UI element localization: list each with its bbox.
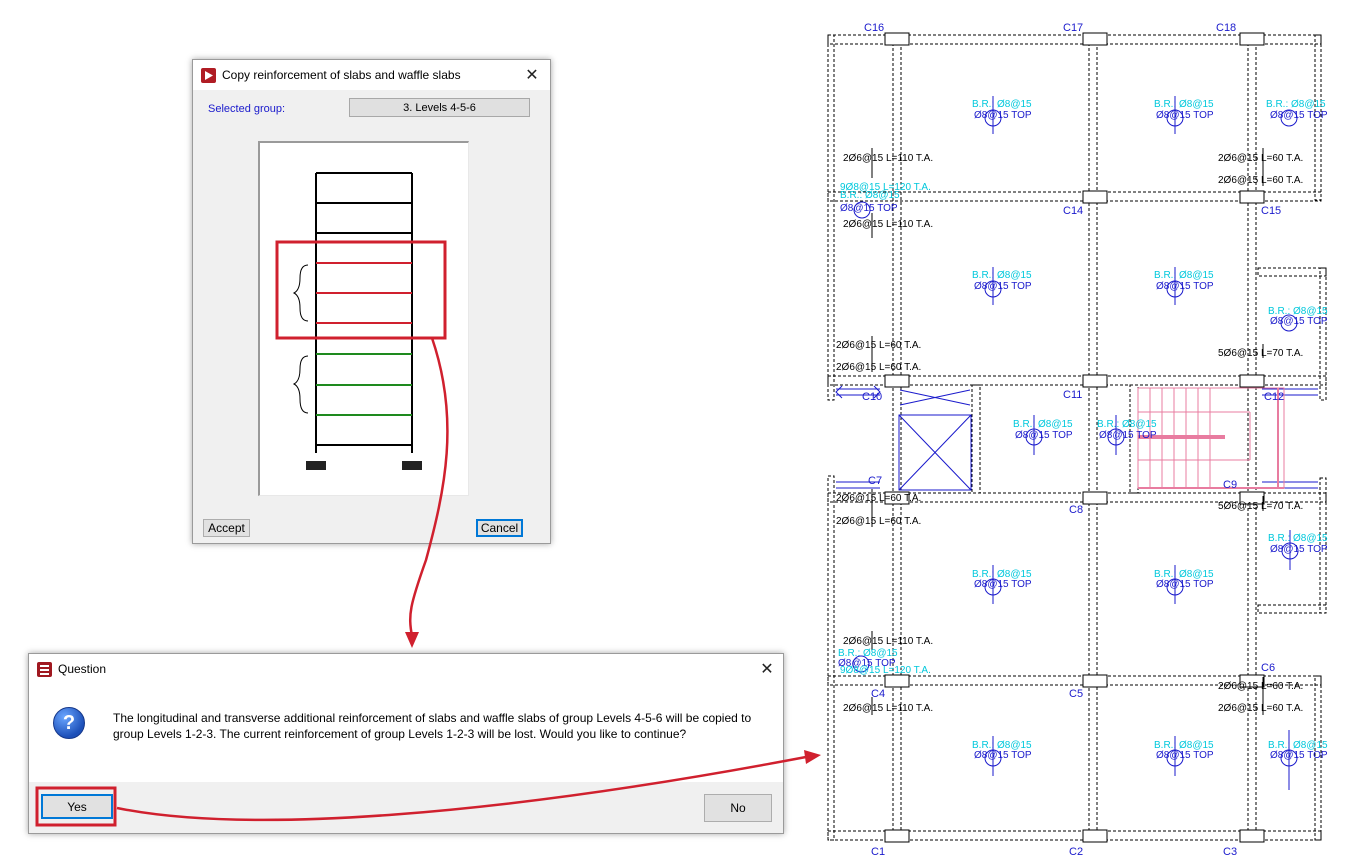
cyan-label: 9Ø8@15 L=120 T.A. <box>840 665 931 676</box>
column-label: C17 <box>1063 22 1083 34</box>
column-label: C16 <box>864 22 884 34</box>
copy-reinforcement-dialog: Copy reinforcement of slabs and waffle s… <box>192 59 551 544</box>
slab-top-label: Ø8@15 TOP <box>1156 750 1214 761</box>
bar-label: 5Ø6@15 L=70 T.A. <box>1218 348 1303 359</box>
slab-top-label: Ø8@15 TOP <box>1156 579 1214 590</box>
column-label: C12 <box>1264 391 1284 403</box>
question-dialog: Question ✕ ? The longitudinal and transv… <box>28 653 784 834</box>
slab-top-label: Ø8@15 TOP <box>1156 110 1214 121</box>
slab-br-label: B.R.: Ø8@15 <box>1268 533 1328 544</box>
dialog-title: Copy reinforcement of slabs and waffle s… <box>222 68 461 82</box>
close-icon[interactable]: ✕ <box>520 60 544 90</box>
bar-label: 2Ø6@15 L=60 T.A. <box>1218 153 1303 164</box>
slab-br-label: B.R.: Ø8@15 <box>1097 419 1157 430</box>
slab-top-label: Ø8@15 TOP <box>1015 430 1073 441</box>
slab-top-label: Ø8@15 TOP <box>974 281 1032 292</box>
column-label: C10 <box>862 391 882 403</box>
slab-top-label: Ø8@15 TOP <box>1270 750 1328 761</box>
bar-label: 2Ø6@15 L=60 T.A. <box>836 362 921 373</box>
column-label: C18 <box>1216 22 1236 34</box>
bar-label: 2Ø6@15 L=60 T.A. <box>1218 175 1303 186</box>
slab-top-label: Ø8@15 TOP <box>974 579 1032 590</box>
question-icon: ? <box>53 707 85 739</box>
slab-br-label: B.R.: Ø8@15 <box>1154 99 1214 110</box>
slab-top-label: Ø8@15 TOP <box>840 203 898 214</box>
floor-plan: C16 C17 C18 C14 C15 C10 C11 C12 C7 C8 C9… <box>827 22 1328 858</box>
cyan-label: B.R.: Ø8@15 <box>840 190 900 201</box>
slab-top-label: Ø8@15 TOP <box>1270 110 1328 121</box>
slab-br-label: B.R.: Ø8@15 <box>1266 99 1326 110</box>
cancel-button[interactable]: Cancel <box>476 519 523 537</box>
column-label: C11 <box>1063 389 1082 401</box>
bar-label: 2Ø6@15 L=60 T.A. <box>836 340 921 351</box>
bar-label: 2Ø6@15 L=60 T.A. <box>836 493 921 504</box>
yes-button[interactable]: Yes <box>41 794 113 819</box>
column-label: C14 <box>1063 205 1083 217</box>
selected-group-field: 3. Levels 4-5-6 <box>349 98 530 117</box>
bar-label: 2Ø6@15 L=110 T.A. <box>843 636 933 647</box>
levels-diagram <box>258 141 469 496</box>
bar-label: 2Ø6@15 L=110 T.A. <box>843 219 933 230</box>
app-logo-icon <box>201 67 216 83</box>
slab-br-label: B.R.: Ø8@15 <box>972 99 1032 110</box>
slab-top-label: Ø8@15 TOP <box>1270 316 1328 327</box>
bar-label: 5Ø6@15 L=70 T.A. <box>1218 501 1303 512</box>
slab-top-label: Ø8@15 TOP <box>974 110 1032 121</box>
column-label: C7 <box>868 475 882 487</box>
slab-br-label: B.R.: Ø8@15 <box>1154 270 1214 281</box>
column-label: C8 <box>1069 504 1083 516</box>
accept-button[interactable]: Accept <box>203 519 250 537</box>
column-label: C1 <box>871 846 885 858</box>
column-label: C3 <box>1223 846 1237 858</box>
slab-br-label: B.R.: Ø8@15 <box>972 270 1032 281</box>
bar-label: 2Ø6@15 L=60 T.A. <box>1218 703 1303 714</box>
bar-label: 2Ø6@15 L=110 T.A. <box>843 153 933 164</box>
slab-top-label: Ø8@15 TOP <box>1156 281 1214 292</box>
dialog-titlebar: Copy reinforcement of slabs and waffle s… <box>193 60 550 90</box>
question-message: The longitudinal and transverse addition… <box>113 711 752 741</box>
dialog-titlebar: Question ✕ <box>29 654 783 684</box>
column-label: C2 <box>1069 846 1083 858</box>
slab-br-label: B.R.: Ø8@15 <box>1013 419 1073 430</box>
message-area: ? The longitudinal and transverse additi… <box>29 684 783 782</box>
dialog-title: Question <box>58 662 107 676</box>
app-logo-icon <box>37 661 52 677</box>
bar-label: 2Ø6@15 L=60 T.A. <box>1218 681 1303 692</box>
column-label: C6 <box>1261 662 1275 674</box>
column-label: C15 <box>1261 205 1281 217</box>
bar-label: 2Ø6@15 L=60 T.A. <box>836 516 921 527</box>
close-icon[interactable]: ✕ <box>755 654 779 684</box>
column-label: C5 <box>1069 688 1083 700</box>
no-button[interactable]: No <box>704 794 772 822</box>
slab-top-label: Ø8@15 TOP <box>974 750 1032 761</box>
column-label: C9 <box>1223 479 1237 491</box>
column-label: C4 <box>871 688 885 700</box>
slab-top-label: Ø8@15 TOP <box>1270 544 1328 555</box>
selected-group-label: Selected group: <box>208 103 286 115</box>
bar-label: 2Ø6@15 L=110 T.A. <box>843 703 933 714</box>
